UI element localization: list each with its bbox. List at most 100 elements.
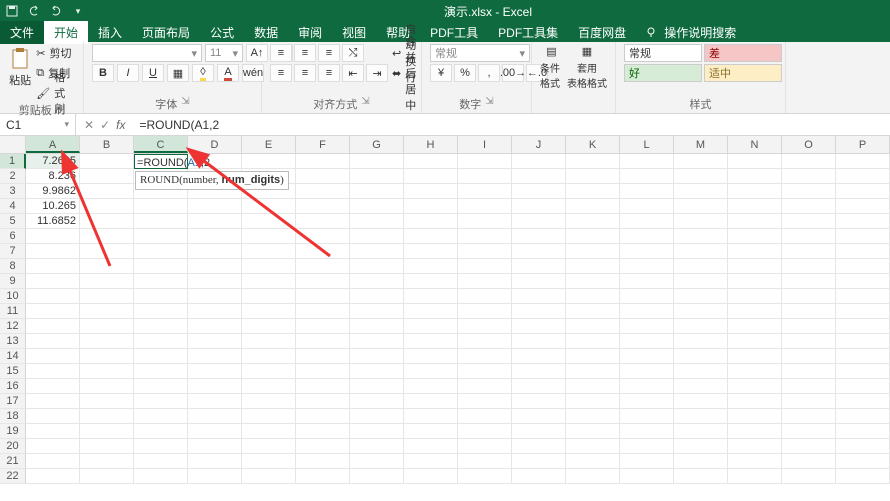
cell-K20[interactable] (566, 439, 620, 454)
cell-K8[interactable] (566, 259, 620, 274)
cell-J7[interactable] (512, 244, 566, 259)
cell-F3[interactable] (296, 184, 350, 199)
cell-A13[interactable] (26, 334, 80, 349)
cell-C13[interactable] (134, 334, 188, 349)
cell-K18[interactable] (566, 409, 620, 424)
cell-G8[interactable] (350, 259, 404, 274)
cell-O6[interactable] (782, 229, 836, 244)
cell-P13[interactable] (836, 334, 890, 349)
cell-P10[interactable] (836, 289, 890, 304)
cell-L18[interactable] (620, 409, 674, 424)
cell-E11[interactable] (242, 304, 296, 319)
cell-M18[interactable] (674, 409, 728, 424)
accounting-format-button[interactable]: ¥ (430, 64, 452, 82)
cell-N1[interactable] (728, 154, 782, 169)
cell-N5[interactable] (728, 214, 782, 229)
cell-K1[interactable] (566, 154, 620, 169)
cell-E18[interactable] (242, 409, 296, 424)
cell-N9[interactable] (728, 274, 782, 289)
cell-F14[interactable] (296, 349, 350, 364)
cell-I21[interactable] (458, 454, 512, 469)
column-header-J[interactable]: J (512, 136, 566, 153)
cell-G6[interactable] (350, 229, 404, 244)
cell-K14[interactable] (566, 349, 620, 364)
orientation-button[interactable]: ⤭ (342, 44, 364, 62)
cell-C6[interactable] (134, 229, 188, 244)
cell-P15[interactable] (836, 364, 890, 379)
cell-C16[interactable] (134, 379, 188, 394)
cell-J1[interactable] (512, 154, 566, 169)
cell-D15[interactable] (188, 364, 242, 379)
cell-J22[interactable] (512, 469, 566, 484)
cell-F17[interactable] (296, 394, 350, 409)
cell-H14[interactable] (404, 349, 458, 364)
cell-H8[interactable] (404, 259, 458, 274)
cell-O9[interactable] (782, 274, 836, 289)
style-bad[interactable]: 差 (704, 44, 782, 62)
tab-view[interactable]: 视图 (332, 21, 376, 44)
insert-function-button[interactable]: fx (116, 118, 125, 132)
cell-M14[interactable] (674, 349, 728, 364)
align-middle-button[interactable]: ≡ (294, 44, 316, 62)
cell-E20[interactable] (242, 439, 296, 454)
tab-data[interactable]: 数据 (244, 21, 288, 44)
cell-G11[interactable] (350, 304, 404, 319)
cell-K19[interactable] (566, 424, 620, 439)
underline-button[interactable]: U (142, 64, 164, 82)
font-size-select[interactable]: 11▾ (205, 44, 243, 62)
cell-P16[interactable] (836, 379, 890, 394)
column-header-O[interactable]: O (782, 136, 836, 153)
cell-I5[interactable] (458, 214, 512, 229)
cell-L7[interactable] (620, 244, 674, 259)
cell-I2[interactable] (458, 169, 512, 184)
cell-E8[interactable] (242, 259, 296, 274)
cell-I19[interactable] (458, 424, 512, 439)
cell-A21[interactable] (26, 454, 80, 469)
cell-I18[interactable] (458, 409, 512, 424)
cell-H13[interactable] (404, 334, 458, 349)
cell-M1[interactable] (674, 154, 728, 169)
cell-H16[interactable] (404, 379, 458, 394)
cell-J5[interactable] (512, 214, 566, 229)
cell-O8[interactable] (782, 259, 836, 274)
cell-C20[interactable] (134, 439, 188, 454)
cell-G18[interactable] (350, 409, 404, 424)
cell-K4[interactable] (566, 199, 620, 214)
cell-E16[interactable] (242, 379, 296, 394)
column-header-L[interactable]: L (620, 136, 674, 153)
cell-G14[interactable] (350, 349, 404, 364)
cell-H4[interactable] (404, 199, 458, 214)
format-painter-button[interactable]: 🖌格式刷 (36, 84, 75, 102)
cell-M7[interactable] (674, 244, 728, 259)
column-header-P[interactable]: P (836, 136, 890, 153)
cell-E22[interactable] (242, 469, 296, 484)
style-normal[interactable]: 常规 (624, 44, 702, 62)
cell-J10[interactable] (512, 289, 566, 304)
cell-L12[interactable] (620, 319, 674, 334)
style-good[interactable]: 好 (624, 64, 702, 82)
cell-B7[interactable] (80, 244, 134, 259)
cell-B15[interactable] (80, 364, 134, 379)
row-header-4[interactable]: 4 (0, 199, 26, 214)
cell-L10[interactable] (620, 289, 674, 304)
cell-G2[interactable] (350, 169, 404, 184)
cell-F4[interactable] (296, 199, 350, 214)
cell-C15[interactable] (134, 364, 188, 379)
cell-J3[interactable] (512, 184, 566, 199)
cell-F10[interactable] (296, 289, 350, 304)
column-header-G[interactable]: G (350, 136, 404, 153)
tab-formulas[interactable]: 公式 (200, 21, 244, 44)
cell-G4[interactable] (350, 199, 404, 214)
cell-G17[interactable] (350, 394, 404, 409)
cell-B10[interactable] (80, 289, 134, 304)
cell-C18[interactable] (134, 409, 188, 424)
cell-I1[interactable] (458, 154, 512, 169)
cell-A6[interactable] (26, 229, 80, 244)
cell-O3[interactable] (782, 184, 836, 199)
formula-input[interactable]: =ROUND(A1,2 (133, 114, 890, 135)
cell-N10[interactable] (728, 289, 782, 304)
cell-F5[interactable] (296, 214, 350, 229)
cell-H1[interactable] (404, 154, 458, 169)
cell-N20[interactable] (728, 439, 782, 454)
cell-B3[interactable] (80, 184, 134, 199)
